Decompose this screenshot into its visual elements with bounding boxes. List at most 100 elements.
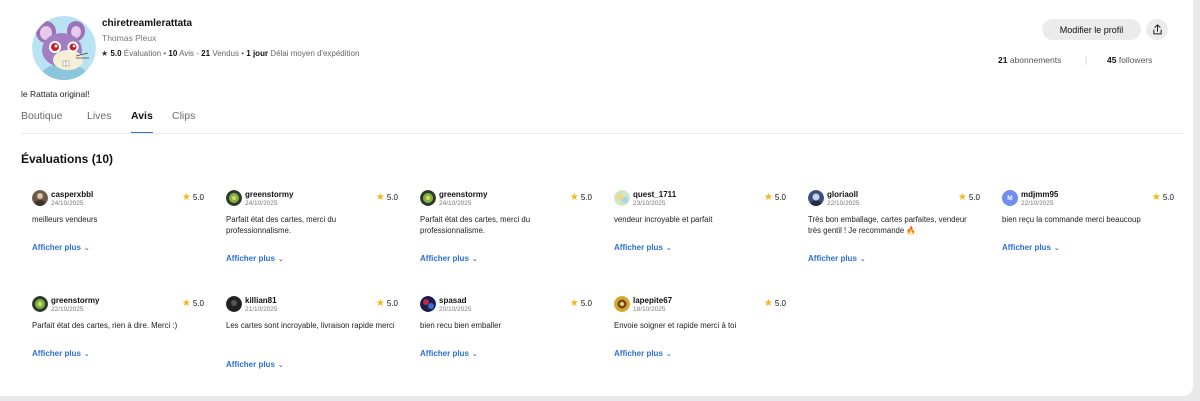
show-more-label: Afficher plus	[420, 349, 469, 358]
star-icon: ★	[763, 297, 773, 309]
avatar[interactable]	[808, 190, 824, 206]
review-username[interactable]: greenstormy	[51, 296, 99, 305]
review-card: quest_1711 23/10/2025 ★ 5.0 vendeur incro…	[614, 190, 786, 260]
review-username[interactable]: casperxbbl	[51, 190, 93, 199]
review-rating: ★ 5.0	[763, 297, 786, 309]
tabs-divider	[21, 133, 1183, 134]
review-username[interactable]: mdjmm95	[1021, 190, 1058, 199]
review-date: 21/10/2025	[245, 306, 278, 313]
show-more-link[interactable]: Afficher plus ⌄	[614, 243, 672, 252]
show-more-label: Afficher plus	[226, 254, 275, 263]
share-icon	[1152, 24, 1162, 35]
star-icon: ★	[569, 297, 579, 309]
sold-count: 21	[201, 49, 211, 58]
subscriptions-stat[interactable]: 21 abonnements	[998, 55, 1061, 65]
avatar[interactable]	[32, 190, 48, 206]
chevron-down-icon: ⌄	[665, 351, 672, 358]
avatar[interactable]: M	[1002, 190, 1018, 206]
user-avatar-icon	[614, 296, 630, 312]
edit-profile-button[interactable]: Modifier le profil	[1042, 19, 1141, 40]
show-more-link[interactable]: Afficher plus ⌄	[32, 243, 90, 252]
review-rating-value: 5.0	[580, 193, 592, 202]
avatar[interactable]	[420, 190, 436, 206]
review-username[interactable]: greenstormy	[439, 190, 487, 199]
review-card: spasad 20/10/2025 ★ 5.0 bien recu bien em…	[420, 296, 592, 366]
star-icon: ★	[181, 191, 191, 203]
review-rating-value: 5.0	[774, 299, 786, 308]
followers-stat[interactable]: 45 followers	[1107, 55, 1152, 65]
review-text: bien recu bien emballer	[420, 321, 502, 330]
review-username[interactable]: gloriaoll	[827, 190, 858, 199]
page-scroll-edge	[1193, 0, 1200, 401]
share-button[interactable]	[1146, 19, 1168, 40]
profile-page: chiretreamlerattata Thomas Pleux ★ 5.0 É…	[0, 0, 1193, 396]
avatar[interactable]	[420, 296, 436, 312]
ship-label: Délai moyen d'expédition	[270, 49, 360, 58]
user-avatar-icon	[420, 190, 436, 206]
show-more-link[interactable]: Afficher plus ⌄	[32, 349, 90, 358]
avatar[interactable]	[614, 296, 630, 312]
user-avatar-icon	[808, 190, 824, 206]
show-more-link[interactable]: Afficher plus ⌄	[420, 254, 478, 263]
show-more-label: Afficher plus	[614, 349, 663, 358]
chevron-down-icon: ⌄	[859, 256, 866, 263]
tab-avis[interactable]: Avis	[131, 110, 153, 134]
chevron-down-icon: ⌄	[277, 256, 284, 263]
review-username[interactable]: spasad	[439, 296, 467, 305]
review-rating: ★ 5.0	[181, 191, 204, 203]
review-date: 20/10/2025	[439, 306, 472, 313]
review-rating-value: 5.0	[386, 193, 398, 202]
followers-count: 45	[1107, 55, 1117, 65]
review-text: Très bon emballage, cartes parfaites, ve…	[808, 215, 967, 235]
show-more-link[interactable]: Afficher plus ⌄	[808, 254, 866, 263]
review-rating-value: 5.0	[580, 299, 592, 308]
review-date: 24/10/2025	[245, 200, 278, 207]
tab-clips[interactable]: Clips	[172, 110, 195, 134]
review-rating-value: 5.0	[192, 299, 204, 308]
review-rating: ★ 5.0	[763, 191, 786, 203]
avatar[interactable]	[226, 296, 242, 312]
review-text: Envoie soigner et rapide merci à toi	[614, 321, 737, 330]
tab-lives[interactable]: Lives	[87, 110, 112, 134]
subscriptions-label: abonnements	[1009, 55, 1062, 65]
review-text: Les cartes sont incroyable, livraison ra…	[226, 321, 395, 330]
review-username[interactable]: greenstormy	[245, 190, 293, 199]
chevron-down-icon: ⌄	[471, 256, 478, 263]
star-icon: ★	[181, 297, 191, 309]
review-card: casperxbbl 24/10/2025 ★ 5.0 meilleurs ven…	[32, 190, 204, 260]
review-text: bien reçu la commande merci beaucoup	[1002, 215, 1141, 224]
show-more-label: Afficher plus	[808, 254, 857, 263]
review-date: 24/10/2025	[439, 200, 472, 207]
review-date: 22/10/2025	[1021, 200, 1054, 207]
review-date: 18/10/2025	[633, 306, 666, 313]
review-username[interactable]: killian81	[245, 296, 277, 305]
review-rating-value: 5.0	[1162, 193, 1174, 202]
show-more-link[interactable]: Afficher plus ⌄	[420, 349, 478, 358]
review-card: lapepite67 18/10/2025 ★ 5.0 Envoie soigne…	[614, 296, 786, 366]
show-more-link[interactable]: Afficher plus ⌄	[226, 254, 284, 263]
profile-bio: le Rattata original!	[21, 89, 90, 99]
profile-avatar[interactable]	[32, 16, 96, 80]
sold-label: Vendus	[212, 49, 240, 58]
review-rating: ★ 5.0	[376, 192, 398, 202]
avatar[interactable]	[614, 190, 630, 206]
review-text: Parfait état des cartes, rien à dire. Me…	[32, 321, 178, 330]
rattata-avatar-icon	[32, 16, 96, 80]
show-more-link[interactable]: Afficher plus ⌄	[1002, 243, 1060, 252]
review-date: 22/10/2025	[51, 306, 84, 313]
show-more-link[interactable]: Afficher plus ⌄	[614, 349, 672, 358]
subscriptions-count: 21	[998, 55, 1008, 65]
avatar[interactable]	[32, 296, 48, 312]
avatar[interactable]	[226, 190, 242, 206]
review-username[interactable]: lapepite67	[633, 296, 672, 305]
review-card: greenstormy 22/10/2025 ★ 5.0 Parfait état…	[32, 296, 204, 366]
reviews-label: Avis	[179, 49, 195, 58]
review-username[interactable]: quest_1711	[633, 190, 676, 199]
show-more-link[interactable]: Afficher plus ⌄	[226, 360, 284, 369]
tab-boutique[interactable]: Boutique	[21, 110, 62, 134]
show-more-label: Afficher plus	[32, 349, 81, 358]
star-icon: ★	[763, 191, 773, 203]
reviews-count: 10	[168, 49, 178, 58]
show-more-label: Afficher plus	[226, 360, 275, 369]
review-date: 24/10/2025	[51, 200, 84, 207]
